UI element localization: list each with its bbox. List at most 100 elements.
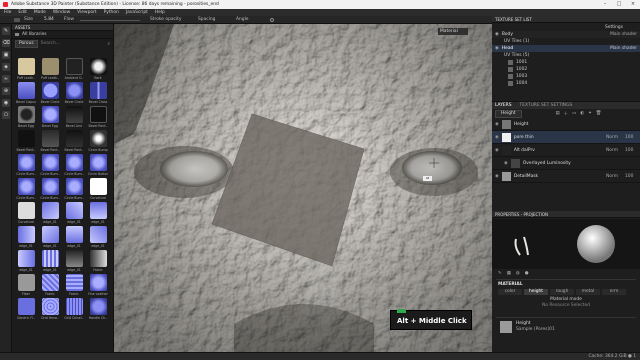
layer-row[interactable]: ◉ DetailMask Norm 100 (492, 170, 640, 183)
asset-tile[interactable]: Bevel Capsu.. (16, 82, 36, 104)
uv-tile-item[interactable]: 1001 (508, 59, 640, 66)
asset-tile[interactable]: Circle Bum.. (16, 154, 36, 176)
asset-tile[interactable]: Circle Bum.. (64, 154, 84, 176)
alpha-props-icon[interactable]: ◍ (516, 271, 520, 276)
asset-tile[interactable]: Bark (88, 58, 108, 80)
geometry-mask-icon[interactable]: ◈ (2, 63, 10, 71)
channel-metal-button[interactable]: metal (576, 289, 600, 295)
asset-tile[interactable]: Puff Leath.. (16, 58, 36, 80)
maximize-button[interactable]: □ (612, 0, 626, 9)
asset-tile[interactable]: Bevel Line (64, 106, 84, 128)
add-folder-icon[interactable]: ▭ (572, 111, 576, 116)
asset-tile[interactable]: Bevel Egg (16, 106, 36, 128)
search-input[interactable]: Search... (41, 41, 105, 46)
channel-select[interactable]: Height (495, 109, 522, 118)
asset-tile[interactable]: edge_01 (40, 226, 60, 248)
clone-stamp-icon[interactable]: ⊕ (2, 87, 10, 95)
asset-tile[interactable]: Fabric (40, 274, 60, 296)
viewport-mode-select[interactable]: Material (438, 28, 468, 35)
search-icon[interactable]: ⌕ (108, 41, 110, 47)
eye-icon[interactable]: ◉ (495, 32, 499, 37)
layer-visibility-icon[interactable]: ◉ (504, 161, 508, 166)
menu-viewport[interactable]: Viewport (77, 10, 96, 15)
asset-tile[interactable]: Puff Leath.. (40, 58, 60, 80)
menu-javascript[interactable]: JavaScript (126, 10, 148, 15)
asset-tile[interactable]: Handle Ch.. (88, 298, 108, 320)
texture-set-uvtiles[interactable]: UV Tiles (5) (492, 52, 640, 59)
tab-layers[interactable]: LAYERS (495, 103, 512, 108)
add-fill-layer-icon[interactable]: ▤ (556, 111, 560, 116)
asset-tile[interactable]: edge_01 (16, 226, 36, 248)
layer-opacity[interactable]: 100 (625, 135, 637, 140)
menu-mode[interactable]: Mode (34, 10, 46, 15)
texture-set-uvtiles[interactable]: UV Tiles (1) (492, 38, 640, 45)
layer-row[interactable]: ◉ Alt dalPrv Norm 100 (492, 144, 640, 157)
layer-opacity[interactable]: 100 (625, 174, 637, 179)
menu-window[interactable]: Window (53, 10, 70, 15)
asset-tile[interactable]: Circle Button (88, 154, 108, 176)
tab-texture-set-settings[interactable]: TEXTURE SET SETTINGS (520, 103, 573, 108)
uv-tile-item[interactable]: 1004 (508, 80, 640, 87)
asset-tile[interactable]: Curvature (88, 178, 108, 200)
asset-tile[interactable]: edge_01 (64, 250, 84, 272)
asset-tile[interactable]: Circle Bum.. (16, 178, 36, 200)
height-resource-name[interactable]: Sample (Pores)01 (516, 327, 555, 332)
angle-dial-icon[interactable] (270, 18, 274, 22)
layer-blend-mode[interactable]: Norm (606, 174, 622, 179)
layer-opacity[interactable]: 100 (625, 148, 637, 153)
asset-tile[interactable]: edge_01 (88, 226, 108, 248)
paint-brush-icon[interactable]: ✎ (2, 27, 10, 35)
add-mask-icon[interactable]: ◐ (580, 111, 584, 116)
asset-tile[interactable]: Circle Bum.. (64, 178, 84, 200)
asset-tile[interactable]: Bevel Rect.. (40, 130, 60, 152)
filter-chip[interactable]: Porous (15, 39, 38, 48)
asset-tile[interactable]: edge_01 (88, 202, 108, 224)
close-button[interactable]: × (626, 0, 640, 9)
asset-tile[interactable]: edge_01 (40, 202, 60, 224)
asset-tile[interactable]: edge_01 (40, 250, 60, 272)
asset-tile[interactable]: Curvature (16, 202, 36, 224)
add-effect-icon[interactable]: ✦ (588, 111, 592, 116)
asset-tile[interactable]: edge_01 (16, 250, 36, 272)
eye-icon[interactable]: ◉ (495, 46, 499, 51)
asset-tile[interactable]: Fine Leather (88, 274, 108, 296)
texture-set-head[interactable]: ◉ Head Main shader (492, 45, 640, 52)
layer-visibility-icon[interactable]: ◉ (495, 135, 499, 140)
layer-row[interactable]: ◉ Overlayed Luminosity (492, 157, 640, 170)
layer-visibility-icon[interactable]: ◉ (495, 122, 499, 127)
layer-blend-mode[interactable]: Norm (606, 135, 622, 140)
viewport[interactable]: Material L8 Alt + Middle Click (114, 24, 492, 352)
viewport-render[interactable] (114, 24, 492, 352)
layer-row[interactable]: ◉ Height (492, 118, 640, 131)
asset-tile[interactable]: edge_01 (64, 226, 84, 248)
size-value[interactable]: 5.84 (44, 17, 54, 22)
smudge-icon[interactable]: ≈ (2, 75, 10, 83)
height-resource-thumbnail[interactable] (500, 321, 512, 333)
asset-tile[interactable]: Bevel Rect.. (64, 130, 84, 152)
eraser-icon[interactable]: ⌫ (2, 39, 10, 47)
material-props-icon[interactable]: ● (525, 271, 529, 276)
add-layer-icon[interactable]: ＋ (564, 111, 568, 117)
uv-tile-item[interactable]: 1003 (508, 73, 640, 80)
flow-slider[interactable] (80, 20, 140, 21)
menu-help[interactable]: Help (155, 10, 165, 15)
texture-set-shader[interactable]: Main shader (610, 46, 637, 51)
channel-color-button[interactable]: color (498, 289, 522, 295)
brush-props-icon[interactable]: ✎ (498, 271, 502, 276)
asset-tile[interactable]: Fabric (64, 274, 84, 296)
asset-tile[interactable]: Fiber (16, 274, 36, 296)
minimize-button[interactable]: – (598, 0, 612, 9)
menu-file[interactable]: File (4, 10, 11, 15)
polygon-fill-icon[interactable]: ⬠ (2, 111, 10, 119)
asset-tile[interactable]: Fabric (88, 250, 108, 272)
asset-tile[interactable]: Grid Hexa.. (40, 298, 60, 320)
layer-row[interactable]: ◉ pore thin Norm 100 (492, 131, 640, 144)
asset-tile[interactable]: Grid Chisel.. (64, 298, 84, 320)
asset-tile[interactable]: Bevel Cross (88, 82, 108, 104)
asset-tile[interactable]: Generic Fl.. (16, 298, 36, 320)
asset-tile[interactable]: Bevel Rect.. (88, 106, 108, 128)
asset-tile[interactable]: Bevel Egg (40, 106, 60, 128)
material-picker-icon[interactable]: ◉ (2, 99, 10, 107)
asset-tile[interactable]: Circle Bum.. (40, 178, 60, 200)
stencil-props-icon[interactable]: ▦ (507, 271, 511, 276)
